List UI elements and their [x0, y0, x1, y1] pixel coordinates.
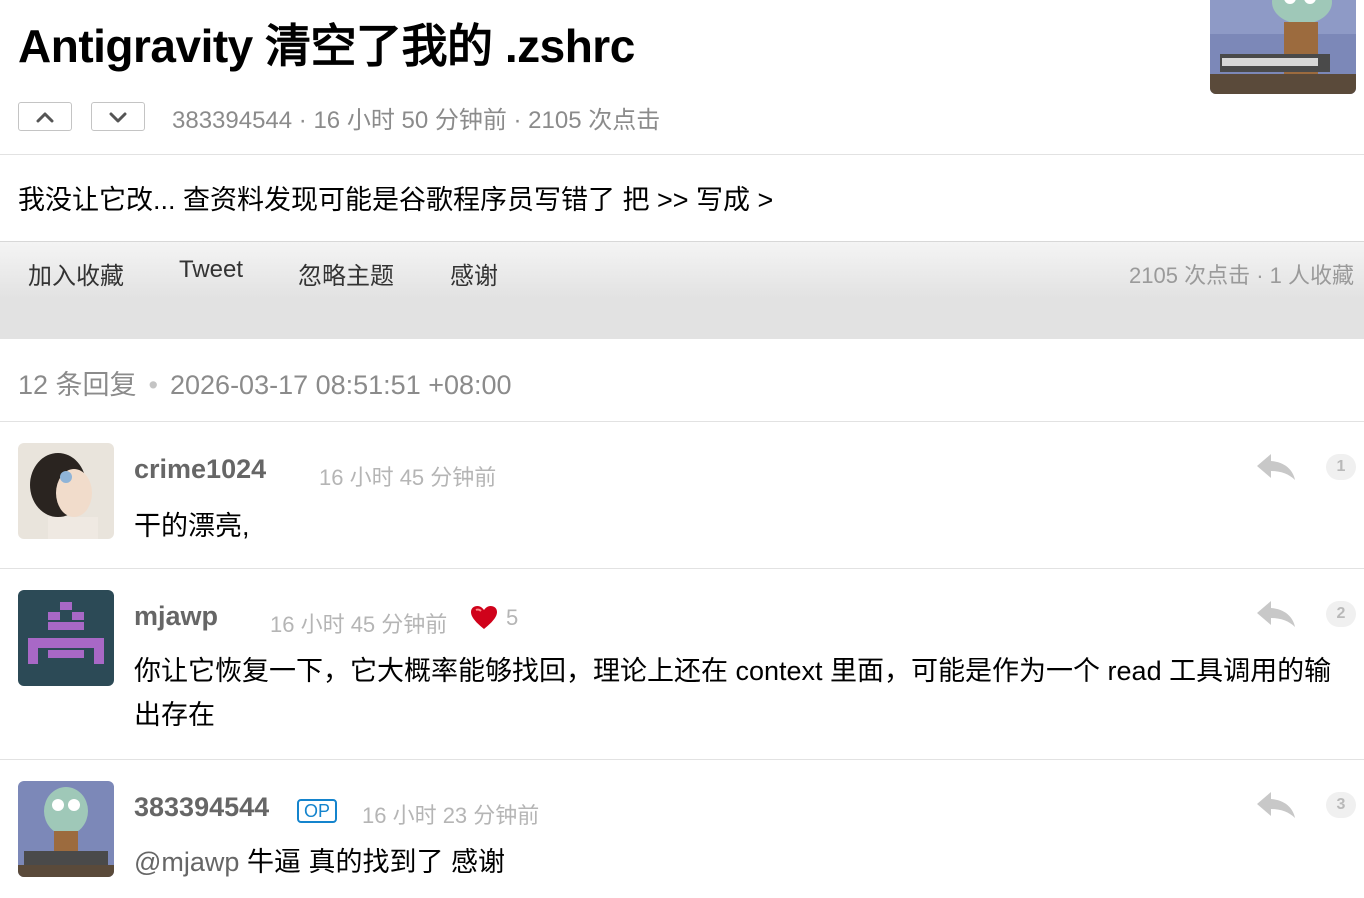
topic-stats: 2105 次点击 · 1 人收藏 — [1129, 263, 1354, 288]
reply-item: 383394544 OP 16 小时 23 分钟前 @mjawp 牛逼 真的找到… — [0, 760, 1364, 898]
topic-title: Antigravity 清空了我的 .zshrc — [18, 20, 635, 72]
op-badge: OP — [297, 799, 337, 823]
last-reply-time: 2026-03-17 08:51:51 +08:00 — [170, 370, 512, 400]
topic-page: Antigravity 清空了我的 .zshrc 383394544 · 16 … — [0, 0, 1364, 898]
topic-toolbar: 加入收藏 Tweet 忽略主题 感谢 2105 次点击 · 1 人收藏 — [0, 241, 1364, 299]
chevron-up-icon — [36, 112, 54, 122]
reply-content: @mjawp 牛逼 真的找到了 感谢 — [134, 840, 505, 884]
thank-link[interactable]: 感谢 — [450, 256, 498, 291]
reply-content: 你让它恢复一下，它大概率能够找回，理论上还在 context 里面，可能是作为一… — [134, 656, 1332, 730]
heart-icon — [471, 606, 497, 629]
reply-content-text: 牛逼 真的找到了 感谢 — [239, 847, 505, 877]
section-separator — [0, 299, 1364, 339]
downvote-button[interactable] — [91, 102, 145, 131]
upvote-button[interactable] — [18, 102, 72, 131]
topic-content: 我没让它改... 查资料发现可能是谷歌程序员写错了 把 >> 写成 > — [18, 185, 774, 215]
reply-username[interactable]: 383394544 — [134, 792, 269, 823]
reply-number: 1 — [1326, 454, 1356, 480]
reply-content: 干的漂亮, — [134, 511, 250, 541]
reply-arrow-icon[interactable] — [1255, 452, 1297, 482]
reply-item: mjawp 16 小时 45 分钟前 5 你让它恢复一下，它大概率能够找回，理论… — [0, 569, 1364, 759]
thanks-number: 5 — [506, 605, 519, 630]
favorite-link[interactable]: 加入收藏 — [28, 256, 124, 291]
tweet-link[interactable]: Tweet — [179, 256, 243, 284]
ignore-topic-link[interactable]: 忽略主题 — [298, 256, 394, 291]
topic-meta: 383394544 · 16 小时 50 分钟前 · 2105 次点击 — [172, 107, 661, 134]
reply-time: 16 小时 45 分钟前 — [270, 612, 448, 637]
reply-time: 16 小时 23 分钟前 — [362, 803, 540, 828]
avatar[interactable] — [18, 781, 114, 877]
separator-dot: • — [148, 370, 158, 400]
reply-count: 12 条回复 — [18, 370, 137, 400]
author-avatar[interactable] — [1210, 0, 1356, 94]
reply-number: 3 — [1326, 792, 1356, 818]
chevron-down-icon — [109, 112, 127, 122]
reply-item: crime1024 16 小时 45 分钟前 干的漂亮, 1 — [0, 422, 1364, 568]
reply-username[interactable]: crime1024 — [134, 454, 266, 485]
thanks-count: 5 — [470, 605, 518, 631]
topic-header: Antigravity 清空了我的 .zshrc 383394544 · 16 … — [0, 0, 1364, 154]
reply-arrow-icon[interactable] — [1255, 599, 1297, 629]
avatar[interactable] — [18, 443, 114, 539]
reply-time: 16 小时 45 分钟前 — [319, 465, 497, 490]
mention-link[interactable]: @mjawp — [134, 847, 239, 877]
divider — [0, 154, 1364, 155]
reply-arrow-icon[interactable] — [1255, 790, 1297, 820]
reply-number: 2 — [1326, 601, 1356, 627]
reply-summary: 12 条回复 • 2026-03-17 08:51:51 +08:00 — [18, 363, 512, 402]
avatar[interactable] — [18, 590, 114, 686]
reply-username[interactable]: mjawp — [134, 601, 218, 632]
